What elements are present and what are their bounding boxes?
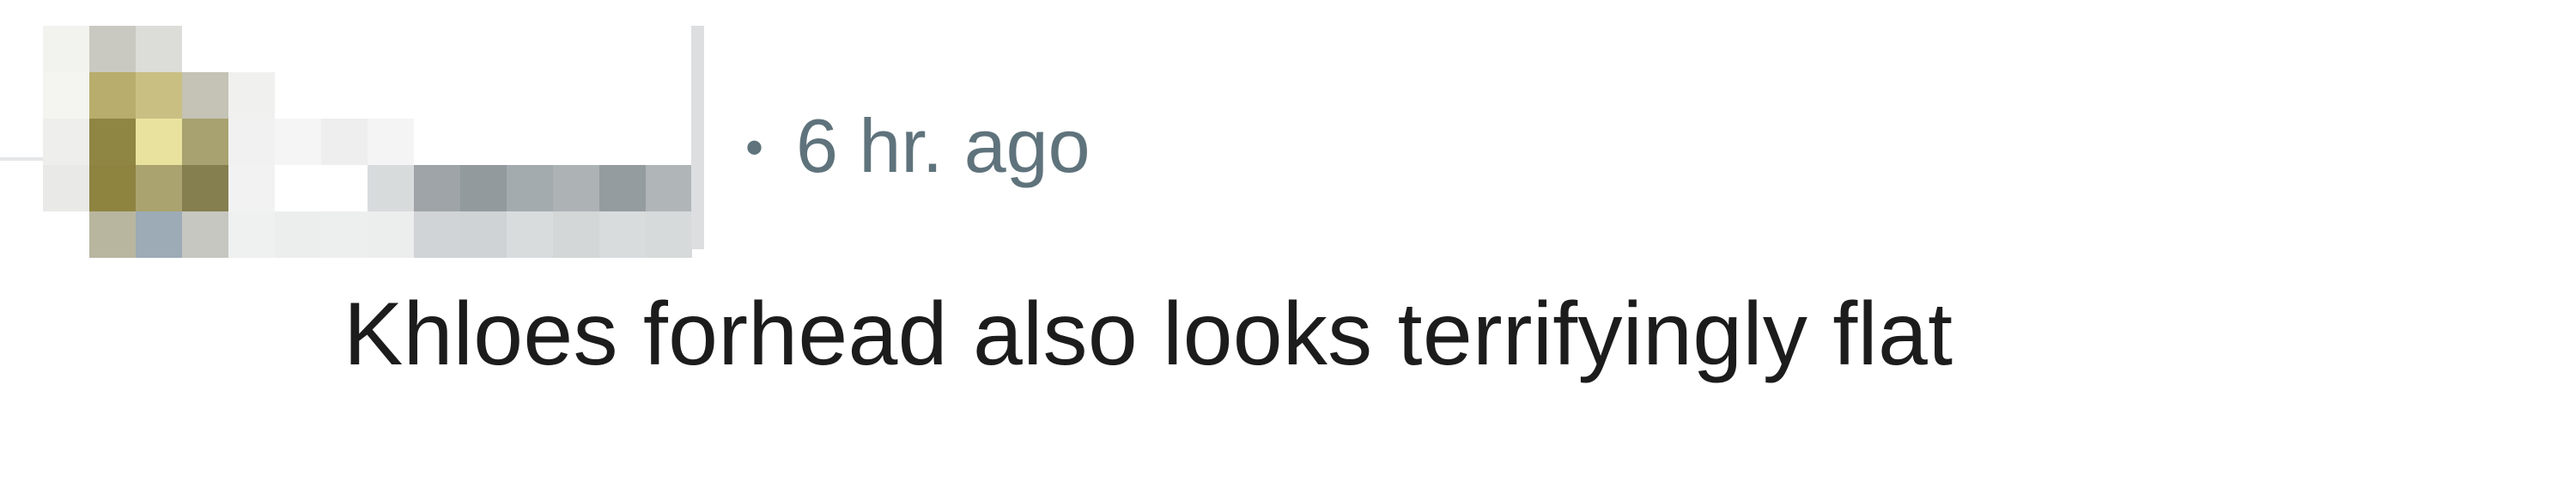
- username-pixel: [646, 211, 692, 258]
- username-pixel: [228, 211, 275, 258]
- username-pixel: [368, 211, 414, 258]
- username[interactable]: [43, 26, 704, 258]
- username-pixel: [414, 211, 460, 258]
- username-pixel: [553, 211, 599, 258]
- username-pixel: [368, 165, 414, 211]
- username-pixel: [460, 211, 507, 258]
- comment-meta: • 6 hr. ago: [745, 90, 1091, 202]
- username-pixel: [368, 119, 414, 165]
- username-pixel: [507, 165, 553, 211]
- username-pixel: [507, 211, 553, 258]
- censor-edge: [691, 26, 704, 249]
- username-pixel: [414, 165, 460, 211]
- username-pixel: [460, 165, 507, 211]
- username-pixel: [599, 211, 646, 258]
- username-pixel: [646, 165, 692, 211]
- username-pixel: [321, 211, 368, 258]
- username-pixel: [553, 165, 599, 211]
- timestamp[interactable]: 6 hr. ago: [796, 108, 1091, 184]
- meta-separator: •: [745, 119, 764, 176]
- comment-body: Khloes forhead also looks terrifyingly f…: [343, 284, 1953, 384]
- username-pixel: [599, 165, 646, 211]
- author-block[interactable]: [43, 26, 704, 258]
- username-pixel: [275, 211, 321, 258]
- comment-card: • 6 hr. ago Khloes forhead also looks te…: [0, 0, 2576, 489]
- thread-line: [0, 157, 43, 161]
- username-pixel: [275, 119, 321, 165]
- username-pixel: [321, 119, 368, 165]
